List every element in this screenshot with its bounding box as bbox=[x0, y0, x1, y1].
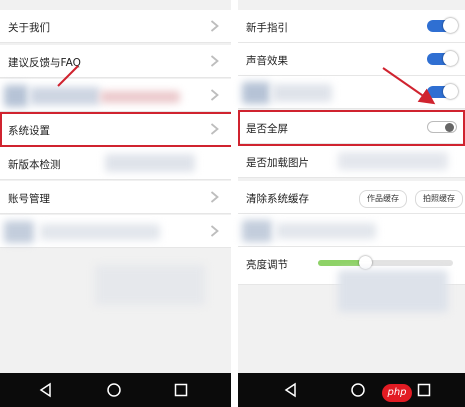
chevron-right-icon bbox=[210, 225, 219, 237]
menu-item-label: 建议反馈与FAQ bbox=[8, 57, 81, 69]
brightness-fill bbox=[318, 260, 366, 266]
setting-obscured bbox=[238, 214, 465, 247]
php-watermark: php bbox=[382, 384, 412, 402]
menu-item-label: 新版本检测 bbox=[8, 159, 61, 171]
brightness-slider[interactable] bbox=[318, 256, 453, 269]
menu-item-label: 系统设置 bbox=[8, 125, 50, 137]
menu-item-account[interactable]: 账号管理 bbox=[0, 181, 231, 214]
setting-label: 声音效果 bbox=[246, 55, 288, 67]
setting-label: 清除系统缓存 bbox=[246, 193, 309, 205]
setting-fullscreen: 是否全屏 bbox=[238, 111, 465, 144]
chevron-right-icon bbox=[210, 20, 219, 32]
setting-label: 亮度调节 bbox=[246, 259, 288, 271]
brightness-thumb[interactable] bbox=[359, 256, 373, 269]
menu-item-system-settings[interactable]: 系统设置 bbox=[0, 113, 231, 146]
sound-effect-toggle[interactable] bbox=[427, 51, 458, 66]
obscured-content bbox=[276, 223, 376, 239]
work-cache-button[interactable]: 作品缓存 bbox=[359, 190, 407, 208]
menu-item-feedback[interactable]: 建议反馈与FAQ bbox=[0, 45, 231, 78]
setting-obscured bbox=[238, 76, 465, 109]
obscured-content bbox=[4, 85, 28, 107]
obscured-content bbox=[95, 265, 205, 305]
menu-item-about[interactable]: 关于我们 bbox=[0, 10, 231, 43]
chevron-right-icon bbox=[210, 123, 219, 135]
toggle-knob bbox=[443, 51, 458, 66]
setting-sound-effect: 声音效果 bbox=[238, 43, 465, 76]
recents-icon[interactable] bbox=[173, 382, 189, 398]
photo-cache-button[interactable]: 拍照缓存 bbox=[415, 190, 463, 208]
setting-load-images: 是否加载图片 bbox=[238, 145, 465, 178]
toggle-knob bbox=[443, 18, 458, 33]
setting-new-user-guide: 新手指引 bbox=[238, 10, 465, 43]
chevron-right-icon bbox=[210, 55, 219, 67]
obscured-content bbox=[105, 154, 195, 172]
menu-item-obscured[interactable] bbox=[0, 215, 231, 248]
settings-menu-panel: 关于我们 建议反馈与FAQ 系统设置 新版本检测 账号管理 bbox=[0, 0, 231, 373]
left-navigation-bar bbox=[0, 373, 231, 407]
chevron-right-icon bbox=[210, 191, 219, 203]
home-icon[interactable] bbox=[106, 382, 122, 398]
menu-item-version-check[interactable]: 新版本检测 bbox=[0, 147, 231, 180]
obscured-content bbox=[242, 82, 270, 104]
setting-label: 是否全屏 bbox=[246, 123, 288, 135]
setting-label: 是否加载图片 bbox=[246, 157, 309, 169]
obscured-content bbox=[272, 84, 332, 102]
toggle-knob bbox=[445, 123, 454, 132]
obscured-content bbox=[338, 152, 448, 170]
obscured-content bbox=[242, 220, 272, 242]
obscured-content bbox=[4, 221, 34, 243]
obscured-content bbox=[40, 224, 160, 240]
recents-icon[interactable] bbox=[416, 382, 432, 398]
panel-divider bbox=[231, 0, 238, 407]
new-user-guide-toggle[interactable] bbox=[427, 18, 458, 33]
chevron-right-icon bbox=[210, 89, 219, 101]
obscured-content bbox=[30, 87, 100, 105]
back-icon[interactable] bbox=[283, 382, 299, 398]
obscured-content bbox=[100, 91, 180, 103]
home-icon[interactable] bbox=[350, 382, 366, 398]
toggle-knob bbox=[443, 84, 458, 99]
menu-item-obscured[interactable] bbox=[0, 79, 231, 112]
obscured-toggle[interactable] bbox=[427, 84, 458, 99]
setting-clear-cache: 清除系统缓存 作品缓存 拍照缓存 bbox=[238, 181, 465, 214]
back-icon[interactable] bbox=[38, 382, 54, 398]
obscured-content bbox=[338, 270, 448, 312]
menu-item-label: 账号管理 bbox=[8, 193, 50, 205]
setting-label: 新手指引 bbox=[246, 22, 288, 34]
fullscreen-toggle[interactable] bbox=[427, 121, 457, 133]
menu-item-label: 关于我们 bbox=[8, 22, 50, 34]
system-settings-panel: 新手指引 声音效果 是否全屏 是否加载图片 清除系统缓存 作品缓存 拍照缓存 亮… bbox=[238, 0, 465, 373]
right-navigation-bar bbox=[238, 373, 465, 407]
